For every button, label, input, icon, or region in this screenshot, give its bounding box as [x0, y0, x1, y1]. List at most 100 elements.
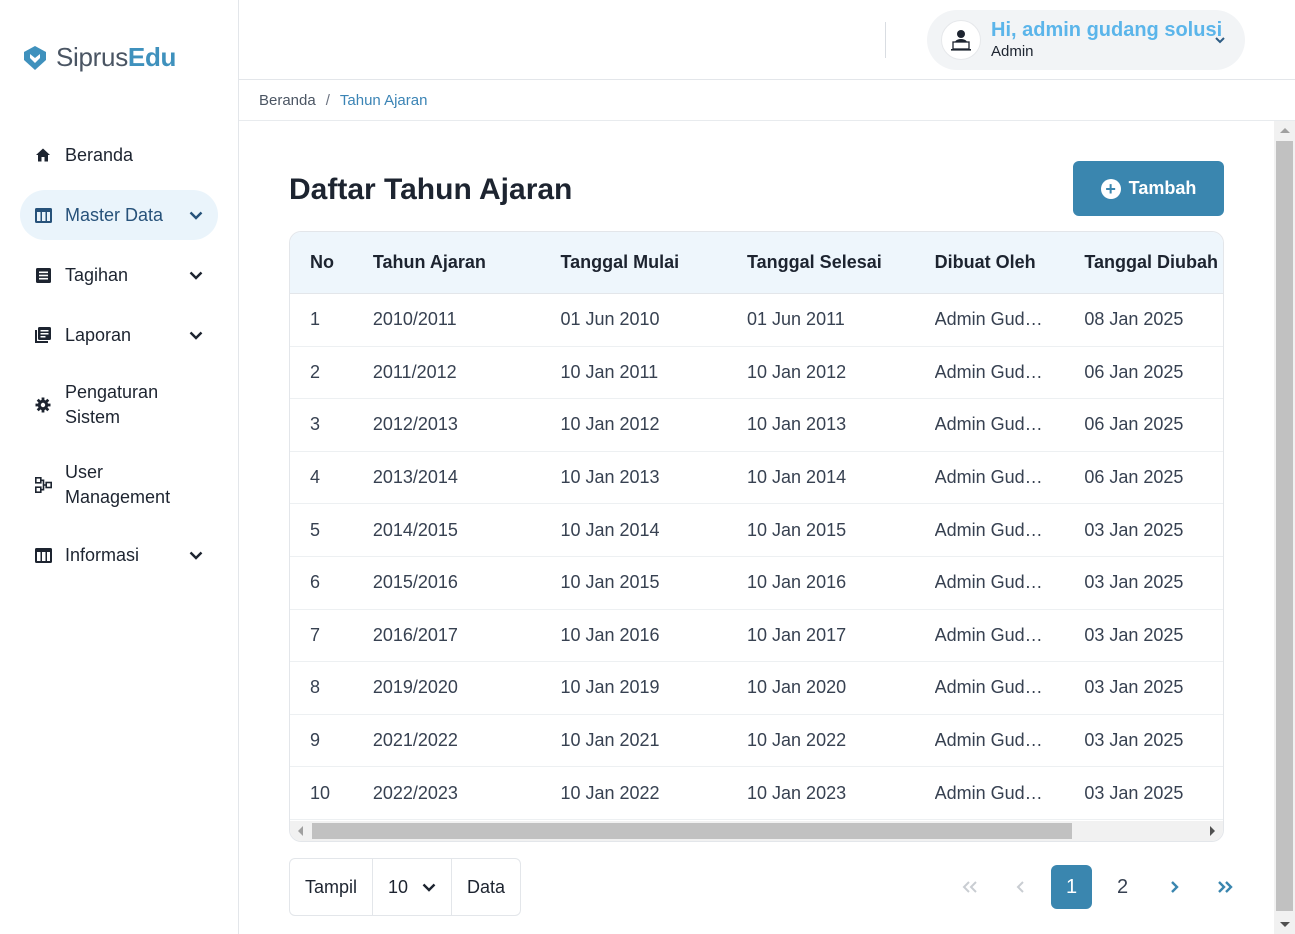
cell-tanggal-mulai: 10 Jan 2011	[560, 361, 659, 382]
cell-tanggal-selesai: 10 Jan 2016	[747, 572, 847, 593]
home-icon	[34, 146, 52, 164]
chevron-down-icon	[188, 267, 204, 283]
cell-tanggal-selesai: 10 Jan 2017	[747, 624, 847, 645]
double-chevron-right-icon	[1217, 881, 1233, 893]
pagination: 1 2	[939, 865, 1245, 909]
cell-tanggal-diubah: 06 Jan 2025	[1084, 414, 1184, 435]
breadcrumb: Beranda / Tahun Ajaran	[239, 80, 1295, 121]
page-button-2[interactable]: 2	[1102, 865, 1143, 909]
cell-tanggal-selesai: 10 Jan 2023	[747, 782, 847, 803]
cell-tanggal-selesai: 10 Jan 2020	[747, 677, 847, 698]
cell-no: 5	[310, 519, 321, 540]
cell-tahun-ajaran: 2019/2020	[372, 677, 458, 698]
table-row[interactable]: 3 2012/2013 10 Jan 2012 10 Jan 2013 Admin Gu…	[290, 399, 1223, 452]
chevron-down-icon	[188, 207, 204, 223]
cell-tanggal-diubah: 08 Jan 2025	[1084, 309, 1184, 330]
cell-tanggal-diubah: 03 Jan 2025	[1084, 677, 1184, 698]
sidebar-item-tagihan[interactable]: Tagihan	[20, 250, 218, 300]
cell-no: 4	[310, 467, 321, 488]
breadcrumb-home[interactable]: Beranda	[259, 92, 316, 109]
cell-tanggal-mulai: 10 Jan 2012	[560, 414, 660, 435]
sidebar-item-pengaturan-sistem[interactable]: Pengaturan Sistem	[20, 370, 218, 440]
table-icon	[34, 546, 52, 564]
cell-tanggal-selesai: 10 Jan 2022	[747, 730, 847, 751]
scroll-left-arrow-icon[interactable]	[298, 826, 303, 836]
page-button-1[interactable]: 1	[1051, 865, 1092, 909]
sidebar-nav: Beranda Master Data Tagihan Laporan Peng…	[20, 130, 218, 580]
vertical-scrollbar[interactable]	[1274, 121, 1295, 934]
cell-dibuat-oleh: Admin Gudang Solusi	[934, 309, 1085, 330]
sidebar-item-laporan[interactable]: Laporan	[20, 310, 218, 360]
add-button-label: Tambah	[1128, 178, 1197, 198]
cell-dibuat-oleh: Admin Gudang Solusi	[934, 624, 1085, 645]
sidebar-item-label: Informasi	[65, 544, 140, 565]
cell-dibuat-oleh: Admin Gudang Solusi	[934, 361, 1085, 382]
cell-tanggal-mulai: 10 Jan 2013	[560, 467, 660, 488]
sidebar-item-informasi[interactable]: Informasi	[20, 530, 218, 580]
cell-tanggal-selesai: 10 Jan 2014	[747, 467, 847, 488]
sidebar-item-beranda[interactable]: Beranda	[20, 130, 218, 180]
table-row[interactable]: 9 2021/2022 10 Jan 2021 10 Jan 2022 Admin Gu…	[290, 715, 1223, 768]
sidebar-item-user-management[interactable]: User Management	[20, 450, 218, 520]
page-size-select[interactable]: 10	[372, 859, 451, 915]
table-row[interactable]: 2 2011/2012 10 Jan 2011 10 Jan 2012 Admin Gu…	[290, 347, 1223, 400]
prev-page-button[interactable]	[1000, 865, 1041, 909]
column-header-tanggal-mulai: Tanggal Mulai	[560, 252, 680, 272]
column-header-no: No	[310, 252, 334, 272]
scrollbar-thumb[interactable]	[312, 823, 1072, 839]
table-row[interactable]: 7 2016/2017 10 Jan 2016 10 Jan 2017 Admin Gu…	[290, 610, 1223, 663]
horizontal-scrollbar[interactable]	[290, 821, 1223, 841]
column-header-dibuat-oleh: Dibuat Oleh	[934, 252, 1036, 272]
add-button[interactable]: + Tambah	[1073, 161, 1224, 216]
first-page-button[interactable]	[949, 865, 990, 909]
table-row[interactable]: 5 2014/2015 10 Jan 2014 10 Jan 2015 Admin Gu…	[290, 504, 1223, 557]
user-greeting: Hi, admin gudang solusi	[991, 19, 1223, 41]
next-page-button[interactable]	[1153, 865, 1194, 909]
cell-dibuat-oleh: Admin Gudang Solusi	[934, 730, 1085, 751]
chevron-down-icon	[422, 883, 436, 892]
page-title: Daftar Tahun Ajaran	[289, 173, 573, 206]
cell-no: 3	[310, 414, 321, 435]
brand-name: SiprusEdu	[56, 42, 177, 72]
cell-dibuat-oleh: Admin Gudang Solusi	[934, 519, 1085, 540]
cell-tanggal-selesai: 01 Jun 2011	[747, 309, 845, 330]
page-size-control: Tampil 10 Data	[289, 858, 522, 916]
double-chevron-left-icon	[962, 881, 977, 893]
cell-no: 6	[310, 572, 321, 593]
scroll-up-arrow-icon[interactable]	[1280, 128, 1290, 133]
cell-tanggal-selesai: 10 Jan 2013	[747, 414, 847, 435]
cell-tanggal-diubah: 03 Jan 2025	[1084, 519, 1184, 540]
cell-tahun-ajaran: 2013/2014	[372, 467, 458, 488]
main-content: Daftar Tahun Ajaran + Tambah No Tahun Aj…	[239, 121, 1274, 934]
sidebar-item-label: Master Data	[65, 204, 164, 225]
page-size-value: 10	[388, 876, 409, 897]
cell-tahun-ajaran: 2011/2012	[372, 361, 457, 382]
cell-tahun-ajaran: 2012/2013	[372, 414, 458, 435]
table-row[interactable]: 6 2015/2016 10 Jan 2015 10 Jan 2016 Admin Gu…	[290, 557, 1223, 610]
user-menu[interactable]: Hi, admin gudang solusi Admin	[927, 10, 1245, 70]
sidebar: SiprusEdu Beranda Master Data Tagihan La…	[0, 0, 239, 934]
cell-tanggal-diubah: 03 Jan 2025	[1084, 624, 1184, 645]
table-body: 1 2010/2011 01 Jun 2010 01 Jun 2011 Admin Gu…	[290, 294, 1223, 820]
page-size-prefix: Tampil	[305, 876, 358, 897]
table-row[interactable]: 10 2022/2023 10 Jan 2022 10 Jan 2023 Admin G…	[290, 767, 1223, 820]
column-header-tanggal-diubah: Tanggal Diubah	[1084, 252, 1219, 272]
scroll-down-arrow-icon[interactable]	[1280, 922, 1290, 927]
table-row[interactable]: 1 2010/2011 01 Jun 2010 01 Jun 2011 Admin Gu…	[290, 294, 1223, 347]
cell-no: 10	[310, 782, 331, 803]
cell-no: 7	[310, 624, 321, 645]
data-table: No Tahun Ajaran Tanggal Mulai Tanggal Se…	[289, 231, 1224, 842]
last-page-button[interactable]	[1204, 865, 1245, 909]
table-row[interactable]: 8 2019/2020 10 Jan 2019 10 Jan 2020 Admin Gu…	[290, 662, 1223, 715]
cell-no: 8	[310, 677, 321, 698]
table-row[interactable]: 4 2013/2014 10 Jan 2013 10 Jan 2014 Admin Gu…	[290, 452, 1223, 505]
table-header: No Tahun Ajaran Tanggal Mulai Tanggal Se…	[290, 232, 1223, 294]
scrollbar-thumb[interactable]	[1276, 141, 1293, 911]
cell-tanggal-mulai: 10 Jan 2022	[560, 782, 660, 803]
brand-logo[interactable]: SiprusEdu	[20, 42, 176, 73]
sidebar-item-master-data[interactable]: Master Data	[20, 190, 218, 240]
chevron-left-icon	[1016, 881, 1024, 893]
scroll-right-arrow-icon[interactable]	[1210, 826, 1215, 836]
cell-tahun-ajaran: 2021/2022	[372, 730, 458, 751]
cell-tanggal-mulai: 01 Jun 2010	[560, 309, 660, 330]
